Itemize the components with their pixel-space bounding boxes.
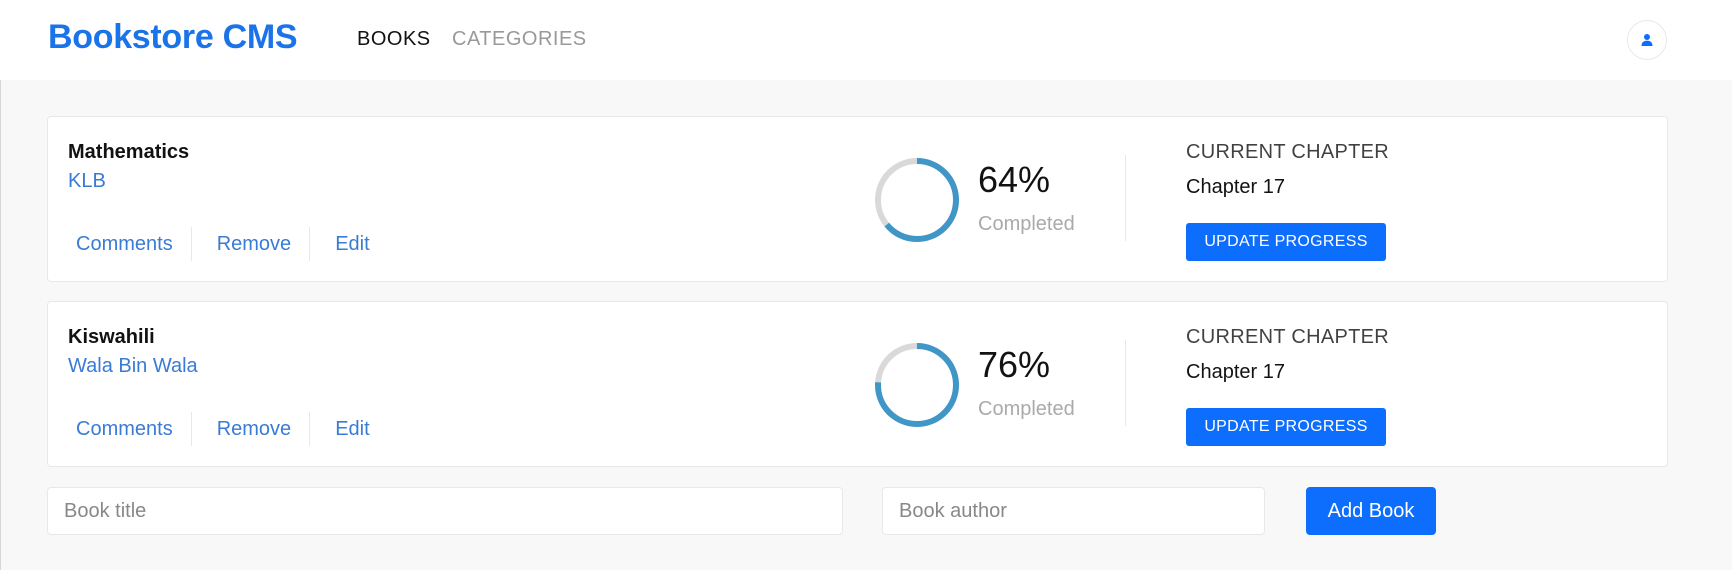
comments-button[interactable]: Comments bbox=[68, 418, 191, 441]
book-author: KLB bbox=[68, 170, 106, 192]
book-title: Kiswahili bbox=[68, 326, 155, 348]
remove-button[interactable]: Remove bbox=[209, 418, 309, 441]
nav-categories-link[interactable]: CATEGORIES bbox=[452, 28, 587, 51]
book-title-input[interactable] bbox=[47, 487, 843, 535]
vertical-divider bbox=[1125, 155, 1126, 241]
book-author-input[interactable] bbox=[882, 487, 1265, 535]
update-progress-button[interactable]: UPDATE PROGRESS bbox=[1186, 223, 1386, 261]
completed-label: Completed bbox=[978, 213, 1075, 235]
comments-button[interactable]: Comments bbox=[68, 233, 191, 256]
user-icon bbox=[1641, 34, 1653, 46]
completed-label: Completed bbox=[978, 398, 1075, 420]
add-book-button[interactable]: Add Book bbox=[1306, 487, 1436, 535]
current-chapter-value: Chapter 17 bbox=[1186, 176, 1285, 198]
current-chapter-label: CURRENT CHAPTER bbox=[1186, 326, 1390, 348]
progress-ring bbox=[872, 155, 962, 245]
vertical-divider bbox=[1125, 340, 1126, 426]
progress-percent: 64% bbox=[978, 159, 1051, 200]
brand-logo[interactable]: Bookstore CMS bbox=[48, 18, 298, 57]
divider bbox=[309, 412, 311, 446]
divider bbox=[309, 227, 311, 261]
divider bbox=[190, 412, 192, 446]
nav-books-link[interactable]: BOOKS bbox=[357, 28, 431, 51]
edit-button[interactable]: Edit bbox=[327, 418, 387, 441]
progress-ring bbox=[872, 340, 962, 430]
remove-button[interactable]: Remove bbox=[209, 233, 309, 256]
user-profile-button[interactable] bbox=[1627, 20, 1667, 60]
edit-button[interactable]: Edit bbox=[327, 233, 387, 256]
divider bbox=[190, 227, 192, 261]
book-card: Mathematics KLB Comments Remove Edit 64%… bbox=[47, 116, 1668, 282]
current-chapter-value: Chapter 17 bbox=[1186, 361, 1285, 383]
progress-percent: 76% bbox=[978, 344, 1051, 385]
top-navbar: Bookstore CMS BOOKS CATEGORIES bbox=[0, 0, 1732, 80]
book-title: Mathematics bbox=[68, 141, 190, 163]
update-progress-button[interactable]: UPDATE PROGRESS bbox=[1186, 408, 1386, 446]
book-actions: Comments Remove Edit bbox=[68, 227, 388, 261]
book-card: Kiswahili Wala Bin Wala Comments Remove … bbox=[47, 301, 1668, 467]
app-frame bbox=[0, 0, 1732, 570]
current-chapter-label: CURRENT CHAPTER bbox=[1186, 141, 1390, 163]
book-author: Wala Bin Wala bbox=[68, 355, 198, 377]
book-actions: Comments Remove Edit bbox=[68, 412, 388, 446]
